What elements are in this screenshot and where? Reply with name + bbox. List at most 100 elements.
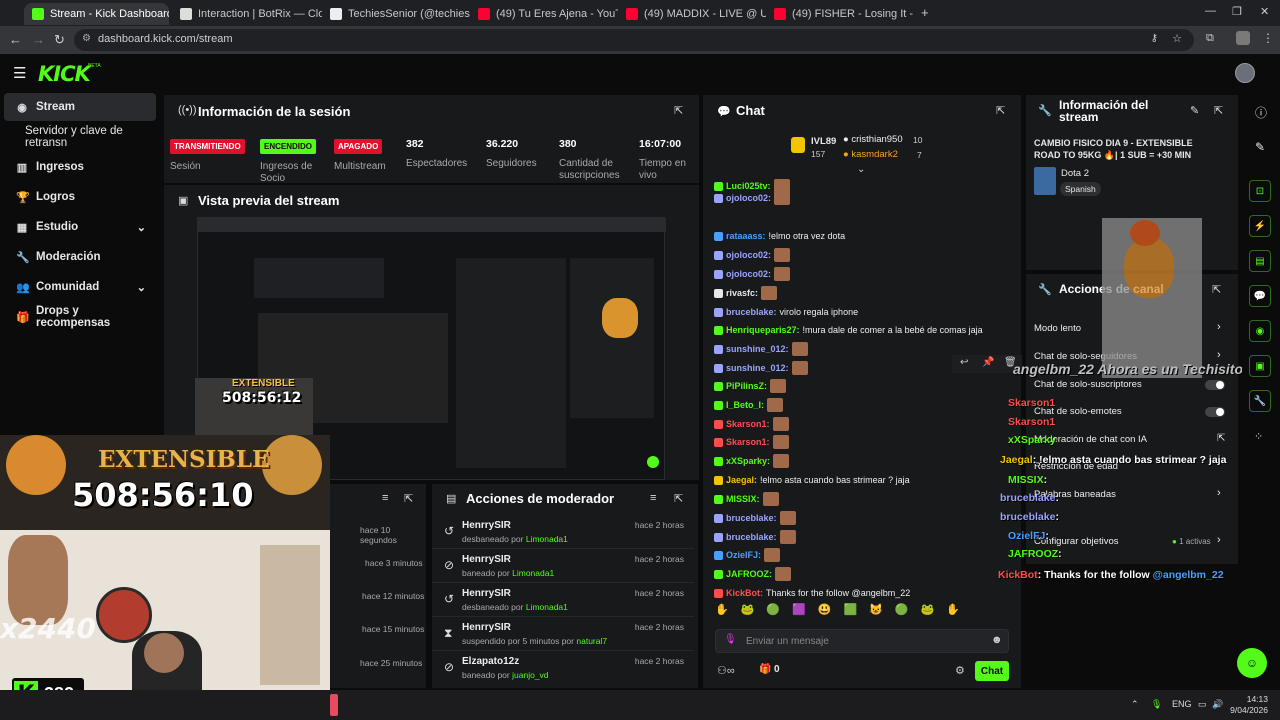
chat-message[interactable]: OzielFJ: xyxy=(714,547,781,563)
tray-language[interactable]: ENG xyxy=(1172,699,1192,709)
kick-logo[interactable]: KICK xyxy=(38,62,91,86)
emote-icon[interactable]: 🟩 xyxy=(844,603,858,625)
chat-message[interactable]: ojoloco02: xyxy=(714,247,791,263)
maximize-icon[interactable]: ❐ xyxy=(1232,5,1242,18)
emote-icon[interactable]: 🟪 xyxy=(792,603,806,625)
avatar[interactable] xyxy=(1235,63,1255,83)
chat-username[interactable]: PiPilinsZ: xyxy=(726,381,767,391)
reload-icon[interactable]: ↻ xyxy=(54,32,65,48)
mic-icon[interactable]: 🎙 xyxy=(724,634,737,645)
chat-username[interactable]: JAFROOZ: xyxy=(726,569,772,579)
taskbar-app-icon[interactable] xyxy=(330,694,338,716)
tray-monitor-icon[interactable]: ▭ xyxy=(1198,699,1207,710)
sidebar-item-logros[interactable]: 🏆 Logros xyxy=(4,183,156,211)
info-icon[interactable]: ⓘ xyxy=(1255,104,1267,121)
chat-message[interactable]: JAFROOZ: xyxy=(714,566,791,582)
edit-pencil-icon[interactable]: ✎ xyxy=(1255,140,1265,154)
mod-action-row[interactable]: ↺ HenrrySIR desbaneado por Limonada1 hace 2… xyxy=(432,516,694,549)
chat-message[interactable]: Jaegal: !elmo asta cuando bas strimear ? … xyxy=(714,472,910,488)
chat-username[interactable]: MISSIX: xyxy=(726,494,760,504)
extensions-icon[interactable]: ⧉ xyxy=(1206,32,1214,45)
chat-username[interactable]: ojoloco02: xyxy=(726,193,771,203)
rail-button-bolt-icon[interactable]: ⚡ xyxy=(1249,215,1271,237)
chat-username[interactable]: Skarson1: xyxy=(726,437,770,447)
external-link-icon[interactable]: ⇱ xyxy=(1217,433,1225,444)
chevron-right-icon[interactable]: › xyxy=(1217,349,1221,361)
emote-icon[interactable]: 🐸 xyxy=(921,603,935,625)
reply-icon[interactable]: ↩ xyxy=(960,357,968,368)
url-field[interactable]: ⚙ dashboard.kick.com/stream ⚷ ☆ xyxy=(74,29,1194,51)
emote-icon[interactable]: 🟢 xyxy=(895,603,909,625)
mod-action-row[interactable]: ⊘ HenrrySIR baneado por Limonada1 hace 2 ho… xyxy=(432,550,694,583)
chat-message[interactable]: rivasfc: xyxy=(714,285,778,301)
expand-chevron-icon[interactable]: ⌄ xyxy=(857,164,865,175)
chat-username[interactable]: rataaass: xyxy=(726,231,766,241)
filter-icon[interactable]: ≡ xyxy=(382,492,388,504)
emote-icon[interactable]: ✋ xyxy=(946,603,960,625)
browser-tab[interactable]: Stream - Kick Dashboard✕ xyxy=(24,3,169,25)
browser-tab[interactable]: TechiesSenior (@techiessenior_✕ xyxy=(322,3,470,25)
tray-volume-icon[interactable]: 🔊 xyxy=(1212,699,1223,710)
chat-username[interactable]: sunshine_012: xyxy=(726,363,789,373)
sidebar-item-estudio[interactable]: ▦ Estudio ⌄ xyxy=(4,213,156,241)
chat-message[interactable]: ojoloco02: xyxy=(714,266,791,282)
chat-message[interactable]: Skarson1: xyxy=(714,416,789,432)
chat-message[interactable]: sunshine_012: xyxy=(714,360,808,376)
chat-message[interactable]: I_Beto_I: xyxy=(714,397,784,413)
tray-mic-icon[interactable]: 🎙 xyxy=(1151,699,1162,710)
channel-action-slow-mode[interactable]: Modo lento xyxy=(1034,323,1081,334)
mod-action-row[interactable]: ⧗ HenrrySIR suspendido por 5 minutos por n… xyxy=(432,618,694,651)
sidebar-item-stream[interactable]: ◉ Stream xyxy=(4,93,156,121)
rail-button-broadcast-icon[interactable]: ◉ xyxy=(1249,320,1271,342)
emote-icon[interactable]: 😺 xyxy=(869,603,883,625)
chat-message[interactable]: KickBot: Thanks for the follow @angelbm_2… xyxy=(714,585,910,601)
profile-icon[interactable] xyxy=(1236,31,1250,45)
edit-pencil-icon[interactable]: ✎ xyxy=(1190,104,1199,117)
chat-username[interactable]: bruceblake: xyxy=(726,532,777,542)
mod-action-row[interactable]: ↺ HenrrySIR desbaneado por Limonada1 hace 2… xyxy=(432,584,694,617)
rail-button-chat-icon[interactable]: 💬 xyxy=(1249,285,1271,307)
popout-icon[interactable]: ⇱ xyxy=(1212,283,1221,296)
chat-message[interactable]: Henriqueparis27: !mura dale de comer a la… xyxy=(714,322,983,338)
emote-icon[interactable]: ✋ xyxy=(715,603,729,625)
sidebar-item-comunidad[interactable]: 👥 Comunidad ⌄ xyxy=(4,273,156,301)
support-fab-button[interactable]: ☺ xyxy=(1237,648,1267,678)
chat-username[interactable]: Skarson1: xyxy=(726,419,770,429)
close-window-icon[interactable]: ✕ xyxy=(1260,5,1269,18)
popout-icon[interactable]: ⇱ xyxy=(404,492,413,505)
sidebar-item-drops[interactable]: 🎁 Drops y recompensas xyxy=(4,303,156,331)
chat-username[interactable]: ojoloco02: xyxy=(726,269,771,279)
sidebar-item-server-key[interactable]: Servidor y clave de retransn xyxy=(4,123,156,151)
channel-action-subs-only[interactable]: Chat de solo-suscriptores xyxy=(1034,379,1142,390)
chat-message[interactable]: PiPilinsZ: xyxy=(714,378,787,394)
menu-kebab-icon[interactable]: ⋮ xyxy=(1262,31,1274,45)
rail-button-doc-icon[interactable]: ▤ xyxy=(1249,250,1271,272)
sidebar-item-ingresos[interactable]: ▥ Ingresos xyxy=(4,153,156,181)
settings-gear-icon[interactable]: ⚙ xyxy=(955,664,965,677)
browser-tab[interactable]: (49) Tu Eres Ajena - YouTube✕ xyxy=(470,3,618,25)
chat-username[interactable]: ojoloco02: xyxy=(726,250,771,260)
new-tab-icon[interactable]: + xyxy=(921,5,929,20)
chat-message[interactable]: sunshine_012: xyxy=(714,341,808,357)
chat-message[interactable]: xXSparky: xyxy=(714,453,790,469)
mod-action-row[interactable]: ⊘ Elzapato12z baneado por juanjo_vd hace 2 … xyxy=(432,652,694,685)
chat-username[interactable]: rivasfc: xyxy=(726,288,758,298)
site-info-icon[interactable]: ⚙ xyxy=(82,33,91,44)
emoji-picker-icon[interactable]: ☻ xyxy=(991,634,1003,646)
chat-message[interactable]: bruceblake: xyxy=(714,529,796,545)
grid-apps-icon[interactable]: ⁘ xyxy=(1254,430,1263,443)
browser-tab[interactable]: Interaction | BotRix — Cloud St✕ xyxy=(172,3,322,25)
chat-username[interactable]: Henriqueparis27: xyxy=(726,325,800,335)
emotes-only-toggle[interactable] xyxy=(1205,407,1225,417)
chevron-right-icon[interactable]: › xyxy=(1217,534,1221,546)
browser-tab[interactable]: (49) FISHER - Losing It - En viv✕ xyxy=(766,3,914,25)
chat-message[interactable]: Skarson1: xyxy=(714,434,789,450)
browser-tab[interactable]: (49) MADDIX - LIVE @ ULTRA M✕ xyxy=(618,3,766,25)
popout-icon[interactable]: ⇱ xyxy=(674,492,683,505)
filter-icon[interactable]: ≡ xyxy=(650,492,656,504)
hamburger-menu-icon[interactable]: ☰ xyxy=(13,64,26,82)
chat-message[interactable]: bruceblake: xyxy=(714,510,796,526)
chat-message[interactable]: bruceblake: virolo regala iphone xyxy=(714,304,858,320)
chevron-right-icon[interactable]: › xyxy=(1217,487,1221,499)
back-icon[interactable]: ← xyxy=(9,32,22,47)
